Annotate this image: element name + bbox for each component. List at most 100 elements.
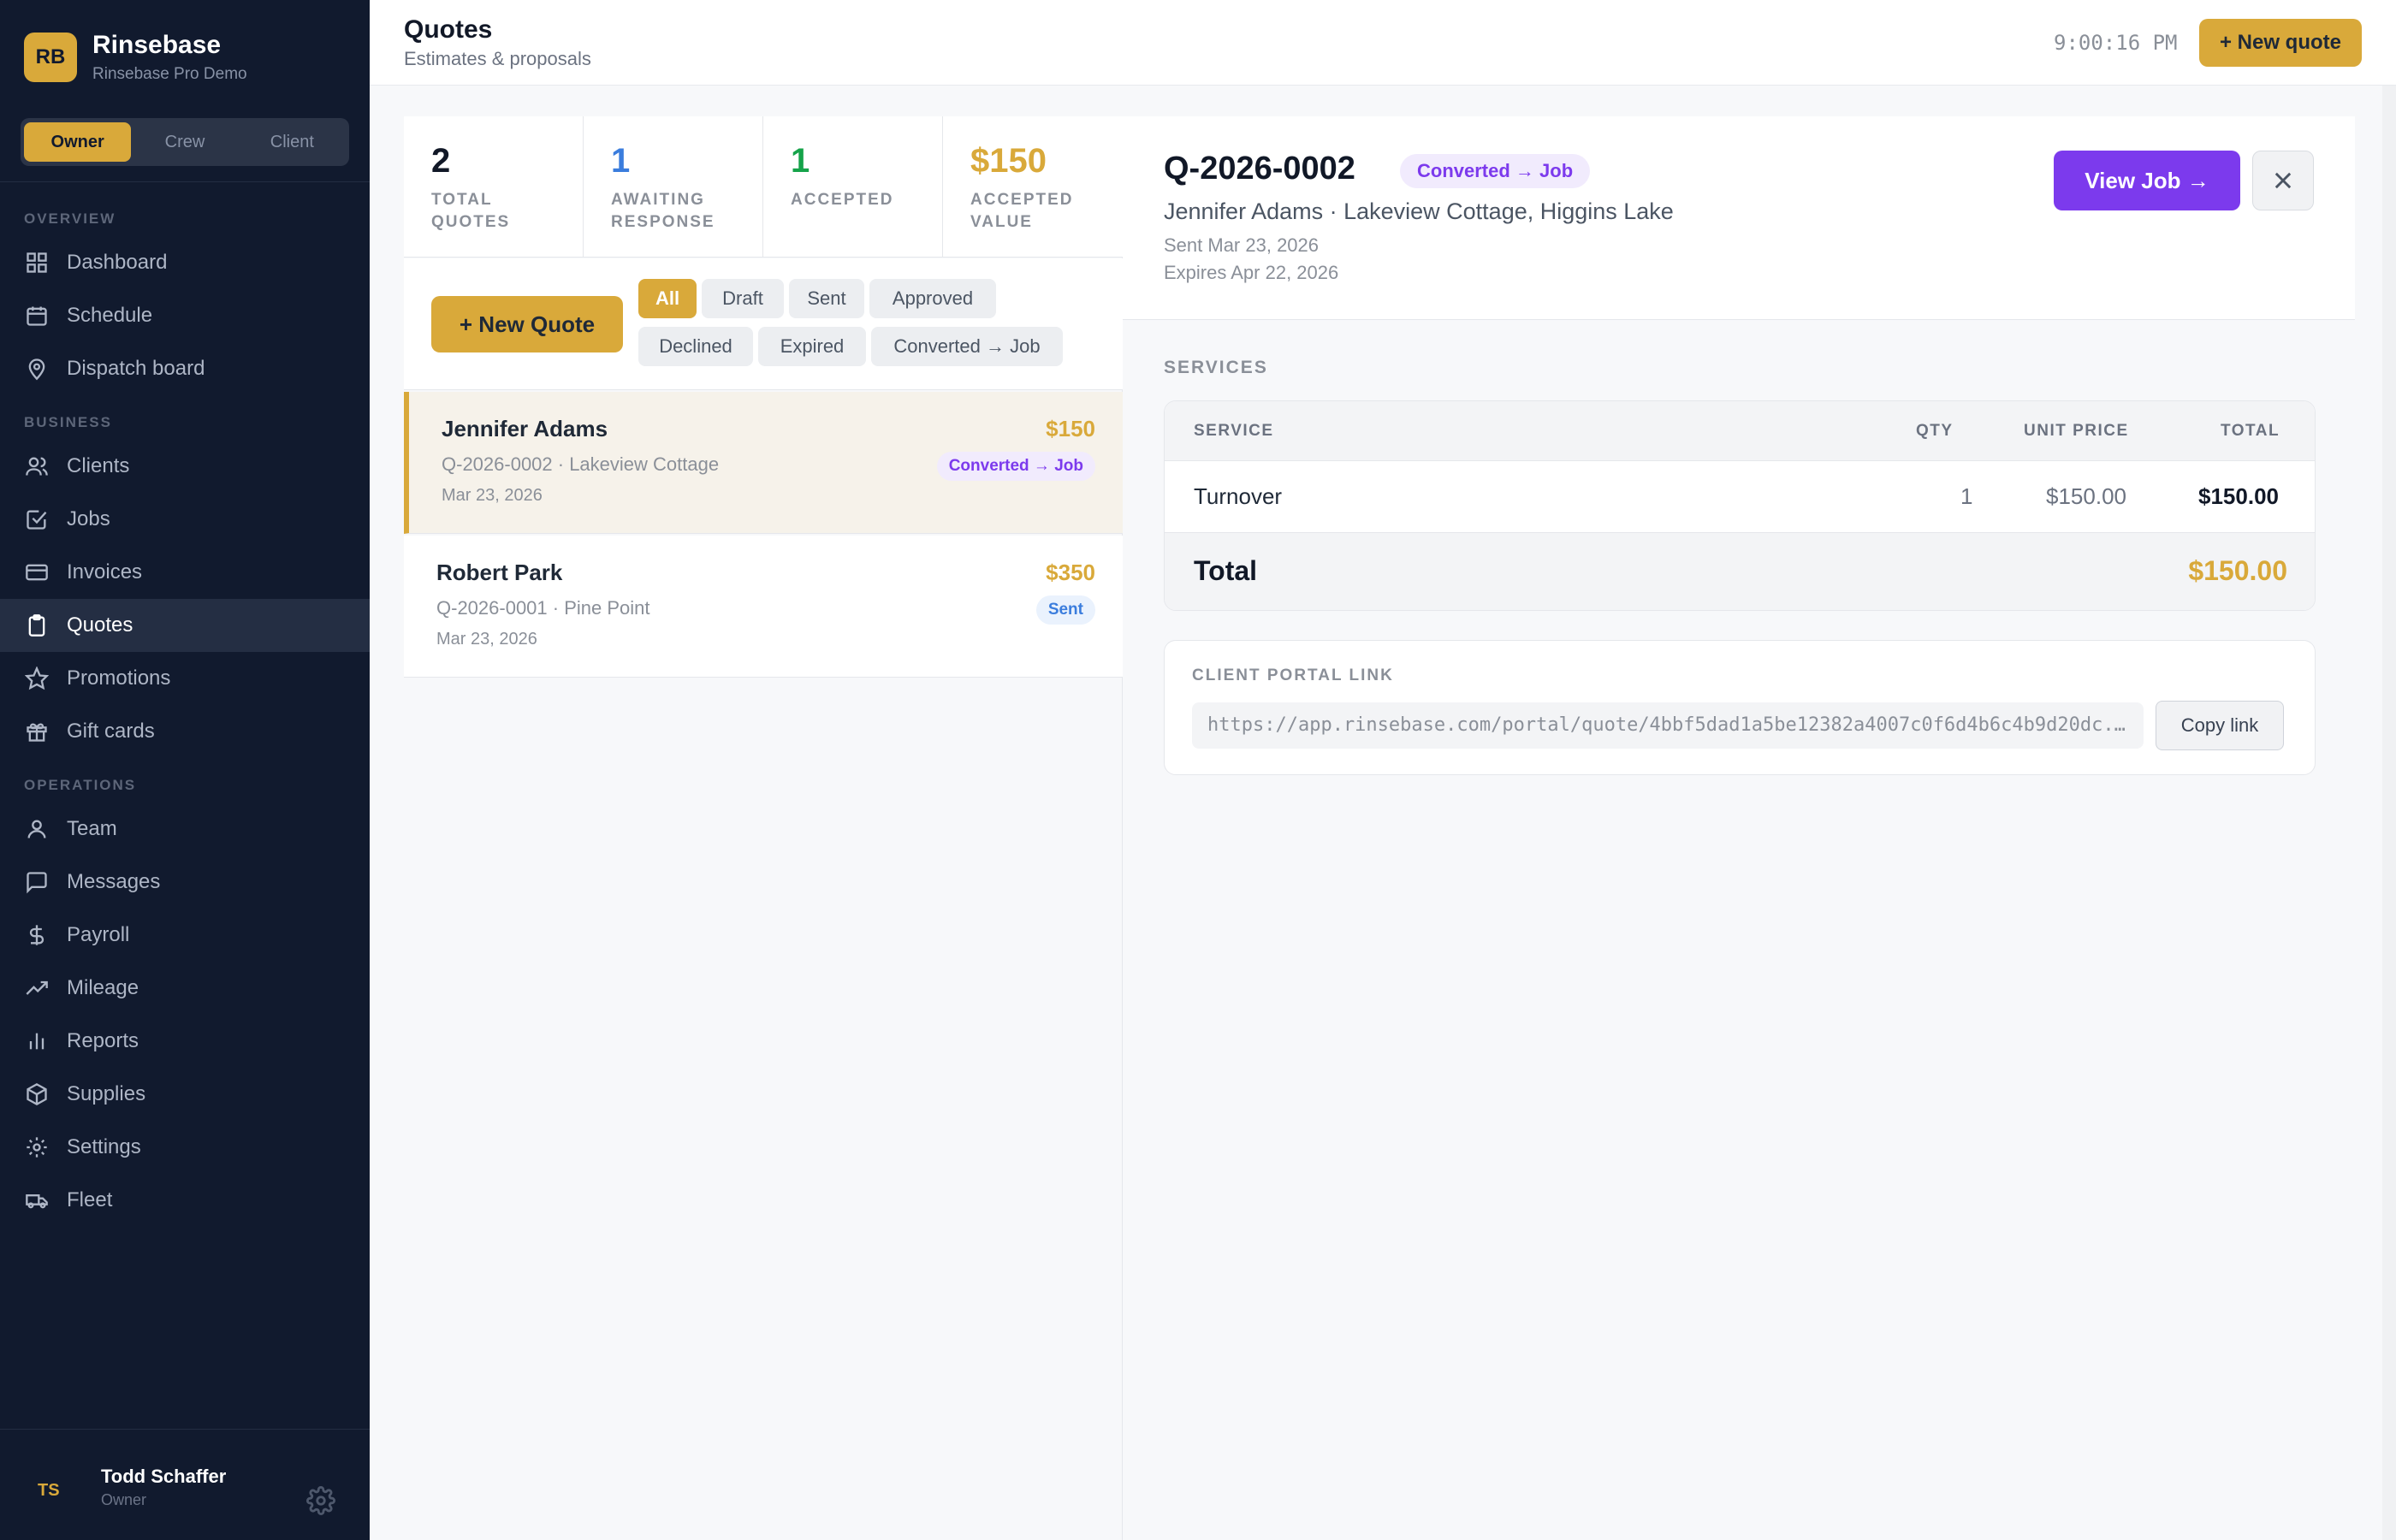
status-badge: Converted → Job: [936, 452, 1095, 481]
message-icon: [24, 869, 50, 895]
truck-icon: [24, 1188, 50, 1213]
service-qty: 1: [1960, 483, 1973, 509]
nav-section-business: BUSINESS: [24, 414, 112, 430]
sidebar-item-mileage[interactable]: Mileage: [0, 962, 370, 1015]
sidebar-item-label: Reports: [67, 1029, 139, 1052]
stat-label: TOTAL QUOTES: [431, 191, 511, 231]
stat-total-quotes: 2 TOTAL QUOTES: [404, 116, 584, 258]
filter-chip-sent[interactable]: Sent: [789, 279, 864, 318]
role-client-button[interactable]: Client: [239, 122, 346, 162]
sidebar-item-label: Dispatch board: [67, 357, 205, 380]
sidebar-item-gift-cards[interactable]: Gift cards: [0, 705, 370, 758]
role-crew-button[interactable]: Crew: [131, 122, 238, 162]
bar-chart-icon: [24, 1028, 50, 1054]
filter-chip-converted[interactable]: Converted → Job: [871, 327, 1063, 366]
stat-awaiting-response: 1 AWAITING RESPONSE: [584, 116, 763, 258]
sidebar-item-clients[interactable]: Clients: [0, 440, 370, 493]
user-settings-gear-icon[interactable]: [306, 1486, 335, 1515]
user-profile[interactable]: TS Todd Schaffer Owner: [0, 1429, 370, 1540]
header-new-quote-button[interactable]: + New quote: [2199, 19, 2362, 67]
new-quote-button[interactable]: + New Quote: [431, 296, 623, 352]
sidebar-item-label: Jobs: [67, 507, 110, 530]
filter-bar: + New Quote All Draft Sent Approved Decl…: [404, 258, 1123, 390]
close-detail-button[interactable]: [2252, 151, 2314, 210]
stat-accepted: 1 ACCEPTED: [763, 116, 943, 258]
clock: 9:00:16 PM: [2054, 31, 2178, 55]
sidebar-item-team[interactable]: Team: [0, 803, 370, 856]
sidebar-item-label: Quotes: [67, 613, 133, 637]
sidebar-item-label: Invoices: [67, 560, 143, 583]
sidebar-item-label: Fleet: [67, 1188, 113, 1211]
sidebar-item-label: Gift cards: [67, 720, 155, 743]
filter-chip-declined[interactable]: Declined: [638, 327, 753, 366]
column-header-qty: QTY: [1916, 422, 1954, 440]
sidebar-item-schedule[interactable]: Schedule: [0, 289, 370, 342]
sidebar-item-messages[interactable]: Messages: [0, 856, 370, 909]
quote-meta: Q-2026-0001 · Pine Point: [436, 597, 650, 619]
dollar-icon: [24, 922, 50, 948]
box-icon: [24, 1081, 50, 1107]
quote-client-name: Jennifer Adams: [442, 416, 608, 441]
role-owner-button[interactable]: Owner: [24, 122, 132, 162]
sidebar-item-reports[interactable]: Reports: [0, 1015, 370, 1068]
trending-up-icon: [24, 975, 50, 1001]
filter-chip-all[interactable]: All: [638, 279, 697, 318]
service-unit-price: $150.00: [2046, 483, 2126, 509]
stat-value: 2: [431, 142, 451, 180]
scrollbar[interactable]: [2382, 86, 2396, 1540]
quote-date: Mar 23, 2026: [442, 486, 543, 505]
quote-date: Mar 23, 2026: [436, 630, 537, 649]
total-value: $150.00: [2188, 555, 2287, 586]
sidebar-item-label: Supplies: [67, 1082, 146, 1105]
copy-link-button[interactable]: Copy link: [2156, 701, 2284, 750]
filter-chip-approved[interactable]: Approved: [869, 279, 996, 318]
sidebar-item-settings[interactable]: Settings: [0, 1121, 370, 1174]
quote-list-item[interactable]: Robert Park Q-2026-0001 · Pine Point Mar…: [404, 536, 1123, 678]
brand-subtitle: Rinsebase Pro Demo: [92, 65, 247, 83]
sidebar-item-dispatch-board[interactable]: Dispatch board: [0, 342, 370, 395]
view-job-button[interactable]: View Job →: [2054, 151, 2240, 210]
user-role: Owner: [101, 1491, 147, 1508]
column-header-unit-price: UNIT PRICE: [2024, 422, 2129, 440]
sidebar-item-label: Promotions: [67, 666, 171, 690]
column-header-total: TOTAL: [2221, 422, 2280, 440]
sidebar-item-label: Clients: [67, 454, 130, 477]
sidebar-item-promotions[interactable]: Promotions: [0, 652, 370, 705]
services-table-header: SERVICE QTY UNIT PRICE TOTAL: [1165, 401, 2315, 461]
sidebar-item-fleet[interactable]: Fleet: [0, 1174, 370, 1227]
filter-chip-draft[interactable]: Draft: [702, 279, 784, 318]
stat-value: 1: [791, 142, 810, 180]
sidebar-item-label: Payroll: [67, 923, 130, 946]
page-title: Quotes: [404, 15, 493, 44]
stats-bar: 2 TOTAL QUOTES 1 AWAITING RESPONSE 1 ACC…: [404, 116, 1123, 258]
quote-list-item[interactable]: Jennifer Adams Q-2026-0002 · Lakeview Co…: [404, 392, 1123, 534]
sidebar-item-payroll[interactable]: Payroll: [0, 909, 370, 962]
sidebar-item-jobs[interactable]: Jobs: [0, 493, 370, 546]
user-name: Todd Schaffer: [101, 1466, 227, 1487]
stat-label: AWAITING RESPONSE: [611, 191, 715, 231]
sidebar-item-label: Team: [67, 817, 117, 840]
stat-value: 1: [611, 142, 631, 180]
gear-icon: [24, 1134, 50, 1160]
services-table: SERVICE QTY UNIT PRICE TOTAL Turnover 1 …: [1164, 400, 2316, 611]
service-name: Turnover: [1194, 483, 1283, 509]
client-portal-card: CLIENT PORTAL LINK https://app.rinsebase…: [1164, 640, 2316, 775]
stat-value: $150: [970, 142, 1047, 180]
brand-name: Rinsebase: [92, 31, 222, 59]
quote-detail-header: Q-2026-0002 Converted → Job Jennifer Ada…: [1123, 116, 2355, 320]
avatar: TS: [38, 1481, 60, 1500]
map-pin-icon: [24, 356, 50, 382]
column-header-service: SERVICE: [1194, 422, 1274, 440]
sidebar-item-label: Settings: [67, 1135, 141, 1158]
status-badge: Converted → Job: [1400, 154, 1591, 188]
filter-chip-expired[interactable]: Expired: [758, 327, 866, 366]
stat-accepted-value: $150 ACCEPTED VALUE: [943, 116, 1123, 258]
portal-link-label: CLIENT PORTAL LINK: [1192, 666, 1394, 684]
status-badge: Sent: [1035, 595, 1095, 625]
sidebar-item-dashboard[interactable]: Dashboard: [0, 236, 370, 289]
sidebar-item-invoices[interactable]: Invoices: [0, 546, 370, 599]
portal-link-field[interactable]: https://app.rinsebase.com/portal/quote/4…: [1192, 702, 2144, 749]
sidebar-item-supplies[interactable]: Supplies: [0, 1068, 370, 1121]
sidebar-item-quotes[interactable]: Quotes: [0, 599, 370, 652]
sidebar-item-label: Messages: [67, 870, 161, 893]
